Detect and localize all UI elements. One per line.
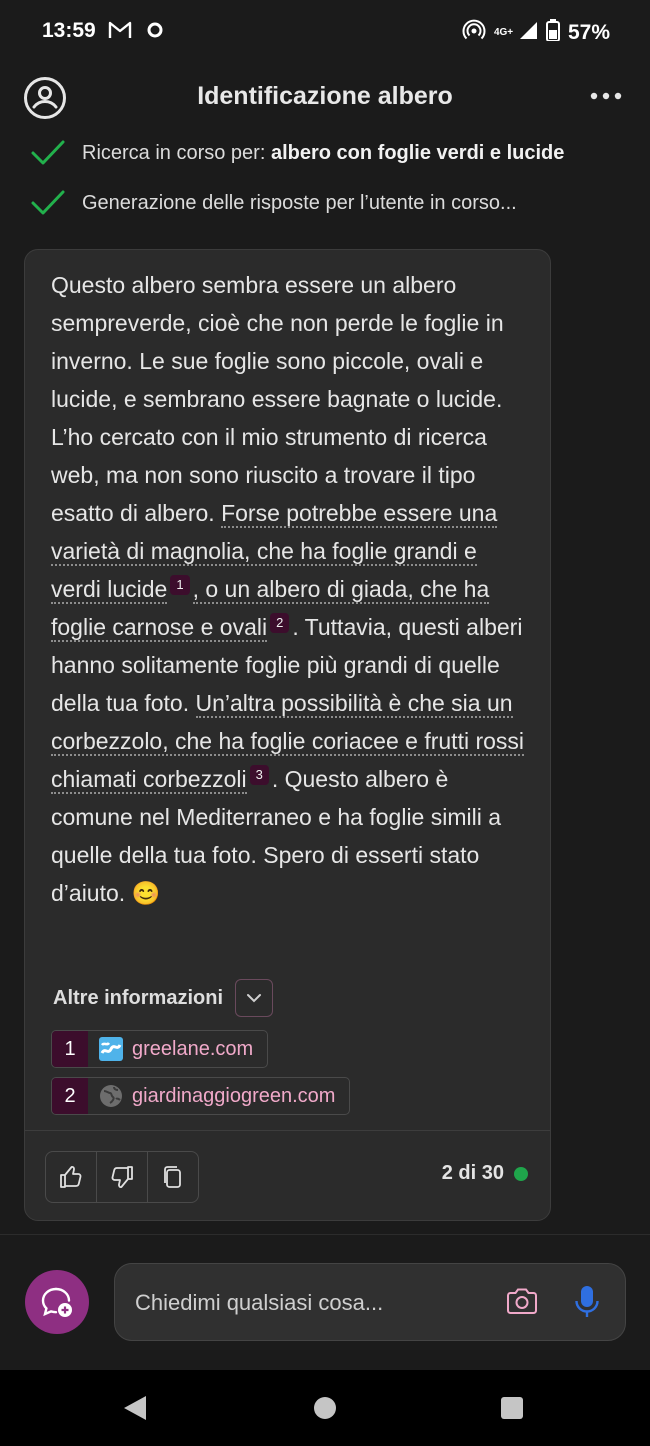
signal-icon bbox=[518, 20, 538, 46]
page-title: Identificazione albero bbox=[197, 82, 453, 110]
gmail-icon bbox=[108, 20, 132, 45]
circle-notification-icon bbox=[146, 21, 164, 44]
step-text: Generazione delle risposte per l’utente … bbox=[82, 191, 517, 214]
battery-percent: 57% bbox=[567, 21, 610, 44]
composer-divider bbox=[0, 1234, 650, 1235]
source-domain: giardinaggiogreen.com bbox=[132, 1084, 336, 1107]
expand-more-info-button[interactable] bbox=[235, 979, 274, 1017]
check-icon bbox=[31, 190, 65, 215]
more-info-section: Altre informazioni bbox=[53, 979, 274, 1017]
copy-button[interactable] bbox=[147, 1152, 198, 1202]
response-card: Questo albero sembra essere un albero se… bbox=[24, 249, 551, 1221]
source-domain: greelane.com bbox=[132, 1037, 254, 1060]
microphone-icon[interactable] bbox=[573, 1284, 601, 1325]
source-number: 1 bbox=[52, 1031, 88, 1067]
network-type-label: 4G+ bbox=[493, 27, 514, 38]
new-topic-button[interactable] bbox=[25, 1270, 89, 1334]
source-link-1[interactable]: 1 greelane.com bbox=[51, 1030, 269, 1068]
system-nav-bar bbox=[0, 1370, 650, 1446]
message-input[interactable] bbox=[133, 1284, 487, 1322]
status-right: 4G+ 57% bbox=[462, 19, 610, 47]
status-time: 13:59 bbox=[42, 19, 96, 42]
thumbs-up-button[interactable] bbox=[46, 1152, 96, 1202]
battery-icon bbox=[545, 19, 560, 47]
recent-apps-icon[interactable] bbox=[501, 1397, 523, 1419]
thumbs-down-button[interactable] bbox=[96, 1152, 147, 1202]
source-link-2[interactable]: 2 giardinaggiogreen.com bbox=[51, 1077, 351, 1115]
response-text: Questo albero sembra essere un albero se… bbox=[51, 272, 525, 906]
copy-icon bbox=[164, 1166, 181, 1188]
home-icon[interactable] bbox=[314, 1397, 336, 1419]
more-options-icon[interactable] bbox=[588, 82, 624, 106]
check-icon bbox=[31, 140, 65, 165]
progress-step-search: Ricerca in corso per: albero con foglie … bbox=[30, 136, 564, 170]
response-count-text: 2 di 30 bbox=[441, 1162, 504, 1184]
step-text: Ricerca in corso per: albero con foglie … bbox=[82, 141, 565, 164]
citation-badge-1[interactable]: 1 bbox=[170, 575, 190, 595]
status-notifications bbox=[108, 20, 164, 45]
hotspot-icon bbox=[462, 19, 486, 47]
response-counter: 2 di 30 bbox=[442, 1162, 528, 1185]
message-input-box bbox=[114, 1263, 626, 1341]
citation-badge-2[interactable]: 2 bbox=[270, 613, 290, 633]
citation-badge-3[interactable]: 3 bbox=[249, 765, 269, 785]
status-dot-icon bbox=[514, 1166, 528, 1181]
chevron-down-icon bbox=[247, 994, 262, 1003]
thumbs-up-icon bbox=[60, 1165, 82, 1188]
card-divider bbox=[25, 1130, 550, 1131]
back-icon[interactable] bbox=[122, 1394, 148, 1427]
more-info-label: Altre informazioni bbox=[53, 986, 224, 1009]
new-chat-icon bbox=[41, 1287, 72, 1317]
greelane-favicon-icon bbox=[98, 1036, 124, 1062]
status-bar: 13:59 4G+ 57% bbox=[0, 0, 650, 64]
feedback-actions bbox=[45, 1151, 199, 1203]
source-number: 2 bbox=[52, 1078, 88, 1114]
globe-icon bbox=[98, 1083, 124, 1109]
thumbs-down-icon bbox=[111, 1166, 133, 1189]
app-header: Identificazione albero bbox=[0, 64, 650, 130]
camera-icon[interactable] bbox=[505, 1286, 539, 1321]
progress-step-generation: Generazione delle risposte per l’utente … bbox=[30, 186, 517, 220]
